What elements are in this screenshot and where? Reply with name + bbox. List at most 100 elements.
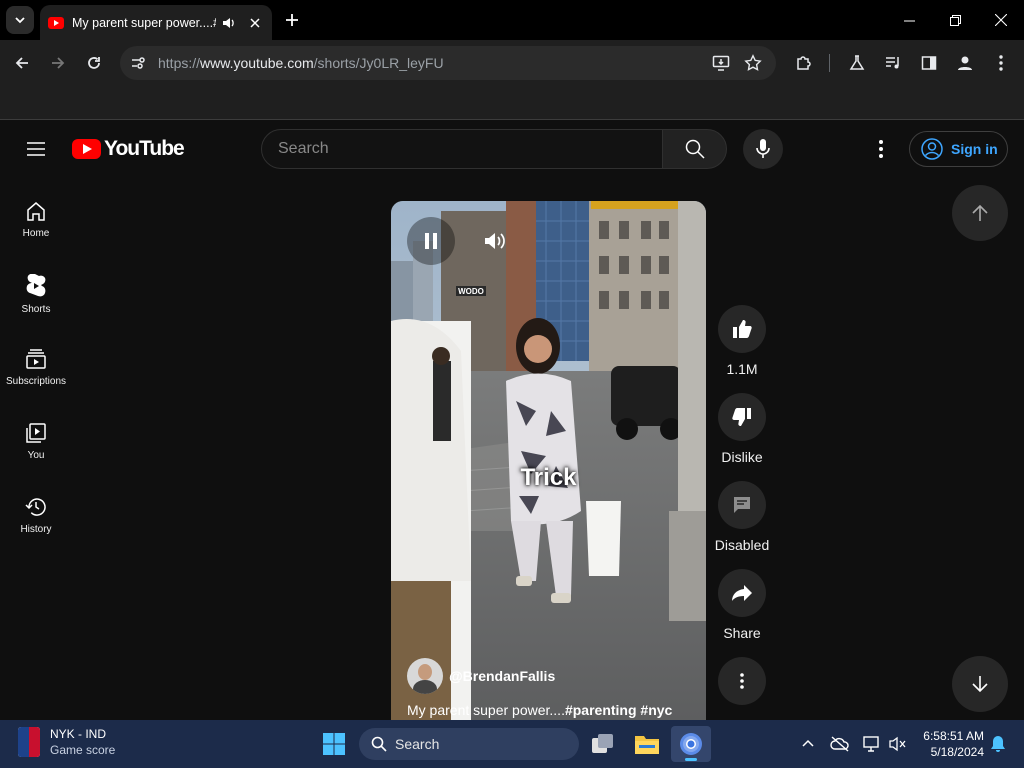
- shorts-player[interactable]: WODO Trick @BrendanFallis My parent supe…: [391, 201, 706, 720]
- share-arrow-icon: [732, 585, 752, 601]
- browser-menu-button[interactable]: [986, 48, 1016, 78]
- forward-button[interactable]: [43, 48, 73, 78]
- reload-button[interactable]: [79, 48, 109, 78]
- profile-button[interactable]: [950, 48, 980, 78]
- new-tab-button[interactable]: [280, 8, 304, 32]
- guide-item-home[interactable]: Home: [4, 182, 68, 256]
- side-panel-button[interactable]: [914, 48, 944, 78]
- arrow-right-icon: [52, 57, 65, 69]
- guide-item-shorts[interactable]: Shorts: [4, 256, 68, 330]
- widget-subtitle: Game score: [50, 743, 116, 757]
- you-library-icon: [26, 423, 46, 443]
- channel-handle[interactable]: @BrendanFallis: [449, 668, 555, 684]
- show-hidden-icons-button[interactable]: [796, 732, 820, 756]
- dislike-action: Dislike: [710, 393, 774, 465]
- like-button[interactable]: [718, 305, 766, 353]
- voice-search-button[interactable]: [743, 129, 783, 169]
- guide-item-history[interactable]: History: [4, 478, 68, 552]
- more-actions-button[interactable]: [718, 657, 766, 705]
- labs-button[interactable]: [842, 48, 872, 78]
- share-action: Share: [710, 569, 774, 641]
- bookmark-star-icon[interactable]: [744, 54, 762, 77]
- volume-tray-button[interactable]: [886, 732, 910, 756]
- network-icon: [863, 736, 879, 752]
- chevron-up-icon: [802, 739, 814, 747]
- close-window-button[interactable]: [978, 0, 1024, 40]
- settings-more-button[interactable]: [866, 133, 896, 165]
- share-label: Share: [723, 625, 761, 641]
- search-icon: [685, 139, 705, 159]
- guide-item-you[interactable]: You: [4, 404, 68, 478]
- start-button[interactable]: [314, 726, 354, 762]
- widgets-button[interactable]: NYK - IND Game score: [18, 726, 115, 758]
- network-button[interactable]: [860, 732, 884, 756]
- short-hashtags[interactable]: #parenting #nyc: [565, 702, 672, 718]
- chrome-taskbar-button[interactable]: [671, 726, 711, 762]
- close-icon: [995, 14, 1007, 26]
- clock-time: 6:58:51 AM: [923, 729, 984, 743]
- arrow-down-icon: [972, 676, 988, 693]
- active-app-indicator: [685, 758, 697, 761]
- short-title[interactable]: My parent super power....#parenting #nyc: [407, 702, 672, 718]
- sign-in-label: Sign in: [951, 141, 998, 157]
- sign-in-button[interactable]: Sign in: [909, 131, 1008, 167]
- youtube-logo[interactable]: YouTube: [72, 137, 185, 161]
- search-button[interactable]: [662, 129, 727, 169]
- pause-button[interactable]: [407, 217, 455, 265]
- bookmarks-bar: [0, 86, 1024, 120]
- comments-action: Disabled: [710, 481, 774, 553]
- youtube-masthead: YouTube Sign in: [0, 121, 1024, 177]
- tab-close-icon[interactable]: [246, 14, 264, 32]
- svg-text:WODO: WODO: [458, 287, 484, 296]
- guide-label: History: [20, 524, 52, 535]
- volume-button[interactable]: [471, 217, 519, 265]
- profile-icon: [958, 56, 972, 70]
- taskbar-search[interactable]: Search: [359, 728, 579, 760]
- volume-muted-icon: [889, 736, 906, 752]
- dislike-button[interactable]: [718, 393, 766, 441]
- minimize-button[interactable]: [886, 0, 932, 40]
- search-input[interactable]: [278, 138, 648, 160]
- arrow-up-icon: [972, 204, 988, 221]
- restore-button[interactable]: [932, 0, 978, 40]
- site-info-icon[interactable]: [130, 55, 146, 76]
- taskbar-clock[interactable]: 6:58:51 AM 5/18/2024: [912, 728, 984, 760]
- history-icon: [25, 498, 46, 516]
- home-icon: [27, 202, 45, 221]
- tab-search-button[interactable]: [6, 6, 34, 34]
- channel-info[interactable]: @BrendanFallis: [407, 658, 555, 694]
- youtube-logo-text: YouTube: [104, 137, 185, 160]
- previous-short-button[interactable]: [952, 185, 1008, 241]
- toolbar-divider: [829, 54, 830, 72]
- notifications-button[interactable]: [986, 732, 1010, 756]
- like-action: 1.1M: [710, 305, 774, 377]
- back-button[interactable]: [7, 48, 37, 78]
- video-frame: WODO: [391, 201, 706, 720]
- url-text: https://www.youtube.com/shorts/Jy0LR_ley…: [158, 55, 444, 71]
- cloud-off-icon: [830, 736, 849, 752]
- thumbs-down-icon: [732, 408, 751, 426]
- guide-item-subscriptions[interactable]: Subscriptions: [4, 330, 68, 404]
- browser-toolbar: https://www.youtube.com/shorts/Jy0LR_ley…: [0, 40, 1024, 86]
- reload-icon: [88, 57, 100, 69]
- media-controls-button[interactable]: [878, 48, 908, 78]
- channel-avatar[interactable]: [407, 658, 443, 694]
- comments-button[interactable]: [718, 481, 766, 529]
- guide-menu-button[interactable]: [20, 133, 52, 165]
- onedrive-button[interactable]: [828, 732, 852, 756]
- browser-tab-active[interactable]: My parent super power....#: [40, 5, 272, 40]
- video-caption: Trick: [520, 464, 577, 491]
- task-view-button[interactable]: [583, 726, 623, 762]
- tab-audio-icon[interactable]: [222, 16, 238, 30]
- address-bar[interactable]: https://www.youtube.com/shorts/Jy0LR_ley…: [120, 46, 776, 80]
- more-vert-icon: [740, 673, 744, 689]
- mini-guide: Home Shorts Subscriptions You History: [0, 177, 72, 720]
- shorts-icon: [26, 274, 46, 297]
- share-button[interactable]: [718, 569, 766, 617]
- more-vert-icon: [879, 140, 883, 158]
- next-short-button[interactable]: [952, 656, 1008, 712]
- install-app-icon[interactable]: [712, 54, 730, 77]
- extensions-button[interactable]: [789, 48, 819, 78]
- dislike-label: Dislike: [721, 449, 763, 465]
- file-explorer-button[interactable]: [627, 726, 667, 762]
